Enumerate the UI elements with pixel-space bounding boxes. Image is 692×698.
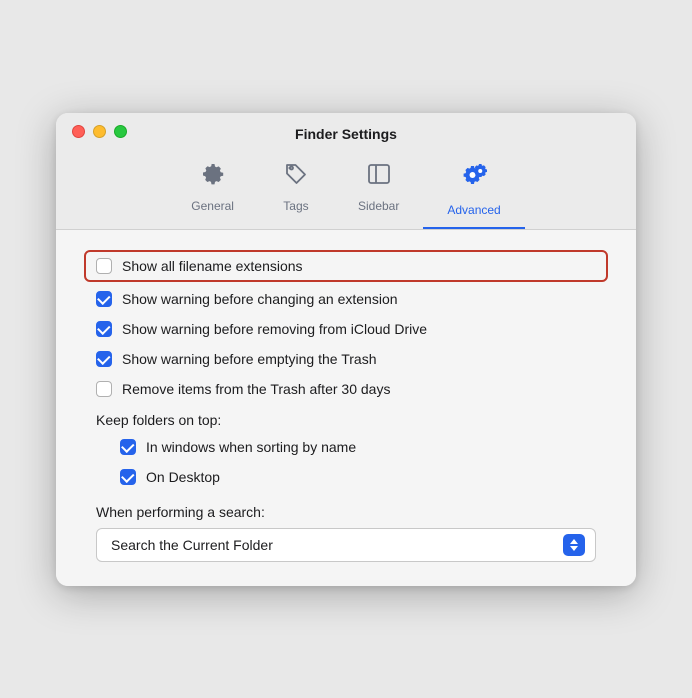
tab-advanced[interactable]: Advanced <box>423 152 524 229</box>
option-keep-windows: In windows when sorting by name <box>84 432 608 462</box>
minimize-button[interactable] <box>93 125 106 138</box>
window-title: Finder Settings <box>72 126 620 142</box>
sidebar-icon <box>365 160 393 195</box>
option-warn-icloud: Show warning before removing from iCloud… <box>84 314 608 344</box>
close-button[interactable] <box>72 125 85 138</box>
arrow-up-icon <box>570 539 578 544</box>
option-show-extensions: Show all filename extensions <box>84 250 608 282</box>
tab-tags-label: Tags <box>283 199 308 213</box>
checkbox-keep-windows[interactable] <box>120 439 136 455</box>
checkbox-warn-extension[interactable] <box>96 291 112 307</box>
search-section-label: When performing a search: <box>96 504 596 520</box>
checkbox-warn-trash[interactable] <box>96 351 112 367</box>
checkbox-keep-desktop[interactable] <box>120 469 136 485</box>
maximize-button[interactable] <box>114 125 127 138</box>
tag-icon <box>282 160 310 195</box>
option-warn-icloud-label: Show warning before removing from iCloud… <box>122 321 427 337</box>
keep-folders-label: Keep folders on top: <box>84 404 608 432</box>
search-dropdown[interactable]: Search the Current Folder <box>96 528 596 562</box>
tab-bar: General Tags Sidebar <box>72 152 620 229</box>
checkbox-remove-trash[interactable] <box>96 381 112 397</box>
tab-general-label: General <box>191 199 234 213</box>
option-remove-trash: Remove items from the Trash after 30 day… <box>84 374 608 404</box>
advanced-gear-icon <box>458 160 490 199</box>
option-remove-trash-label: Remove items from the Trash after 30 day… <box>122 381 390 397</box>
option-keep-desktop-label: On Desktop <box>146 469 220 485</box>
option-warn-trash: Show warning before emptying the Trash <box>84 344 608 374</box>
dropdown-arrows-icon <box>563 534 585 556</box>
search-section: When performing a search: Search the Cur… <box>84 492 608 562</box>
finder-settings-window: Finder Settings General Tags <box>56 113 636 586</box>
option-show-extensions-label: Show all filename extensions <box>122 258 303 274</box>
option-warn-extension-label: Show warning before changing an extensio… <box>122 291 398 307</box>
checkbox-warn-icloud[interactable] <box>96 321 112 337</box>
option-keep-desktop: On Desktop <box>84 462 608 492</box>
option-warn-extension: Show warning before changing an extensio… <box>84 284 608 314</box>
option-warn-trash-label: Show warning before emptying the Trash <box>122 351 376 367</box>
tab-sidebar[interactable]: Sidebar <box>334 152 423 229</box>
tab-general[interactable]: General <box>167 152 258 229</box>
titlebar: Finder Settings General Tags <box>56 113 636 230</box>
general-gear-icon <box>199 160 227 195</box>
content-area: Show all filename extensions Show warnin… <box>56 230 636 586</box>
option-keep-windows-label: In windows when sorting by name <box>146 439 356 455</box>
tab-tags[interactable]: Tags <box>258 152 334 229</box>
tab-advanced-label: Advanced <box>447 203 500 217</box>
search-dropdown-value: Search the Current Folder <box>111 537 273 553</box>
arrow-down-icon <box>570 546 578 551</box>
checkbox-show-extensions[interactable] <box>96 258 112 274</box>
tab-sidebar-label: Sidebar <box>358 199 399 213</box>
